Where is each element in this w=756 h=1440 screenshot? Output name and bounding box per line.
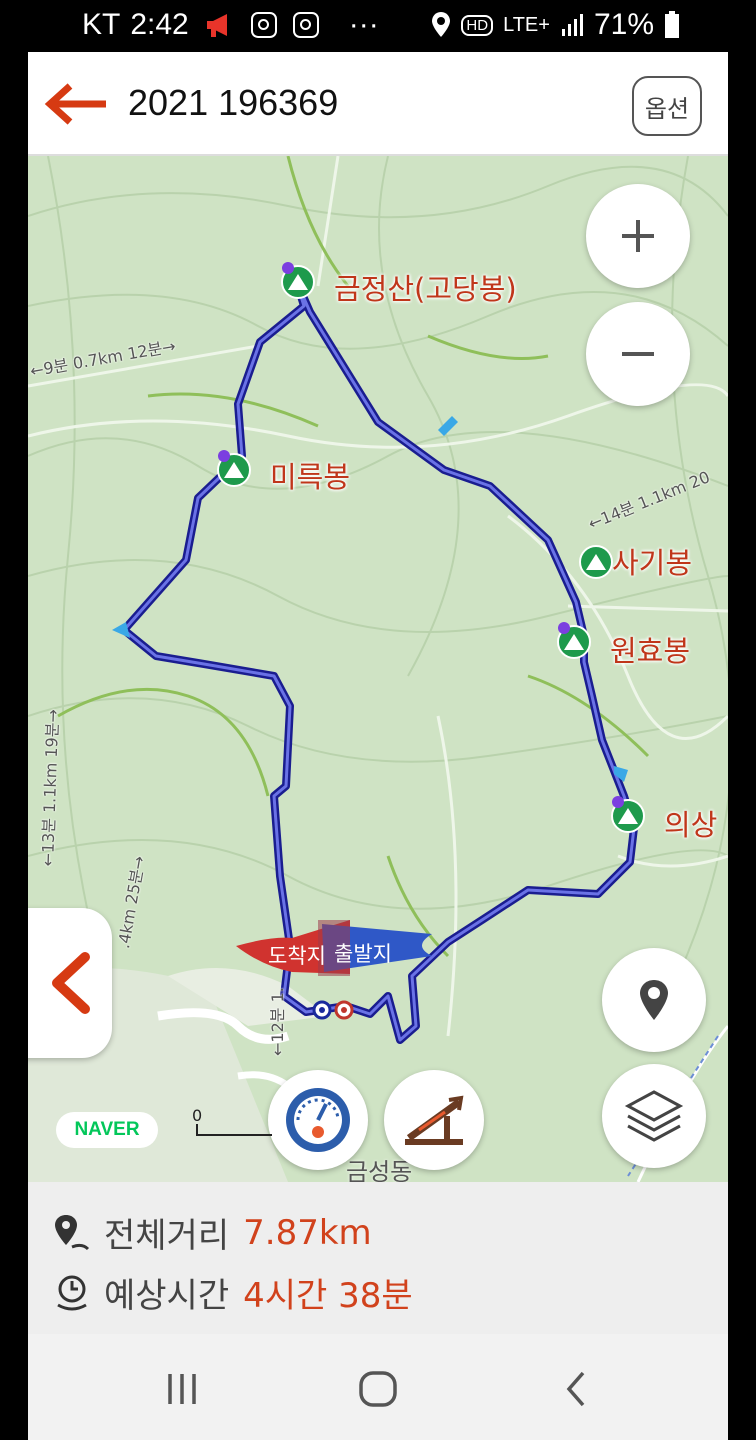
zoom-in-button[interactable] bbox=[586, 184, 690, 288]
home-button[interactable] bbox=[348, 1364, 408, 1414]
options-button[interactable]: 옵션 bbox=[632, 76, 702, 136]
map-scale: 0 bbox=[192, 1106, 272, 1142]
zoom-out-button[interactable] bbox=[586, 302, 690, 406]
distance-row: 전체거리 7.87km bbox=[52, 1208, 372, 1257]
my-location-button[interactable] bbox=[602, 948, 706, 1052]
departure-label: 출발지 bbox=[334, 942, 392, 966]
home-icon bbox=[359, 1371, 397, 1407]
more-notifications-icon: ··· bbox=[348, 8, 379, 41]
route-distance-icon bbox=[55, 1214, 90, 1250]
time-row: 예상시간 4시간 38분 bbox=[52, 1268, 413, 1317]
peak-marker-icon[interactable] bbox=[556, 622, 592, 660]
peak-label: 원효봉 bbox=[610, 634, 691, 668]
network-type: LTE+ bbox=[503, 13, 550, 36]
clock-icon bbox=[57, 1275, 87, 1310]
peak-marker-icon[interactable] bbox=[216, 450, 252, 488]
time-label: 예상시간 bbox=[104, 1276, 230, 1316]
route-summary-panel: 전체거리 7.87km 예상시간 4시간 38분 bbox=[28, 1182, 728, 1334]
distance-value: 7.87km bbox=[243, 1212, 372, 1253]
system-nav-bar bbox=[28, 1334, 728, 1440]
plus-icon bbox=[622, 220, 654, 252]
hd-icon: HD bbox=[461, 14, 494, 36]
status-bar: KT 2:42 ··· HD LTE+ 71% bbox=[0, 0, 756, 52]
layers-icon bbox=[624, 1090, 684, 1142]
megaphone-icon bbox=[206, 14, 227, 37]
location-pin-icon bbox=[640, 980, 668, 1020]
battery-percent: 71% bbox=[593, 8, 654, 41]
slope-icon bbox=[405, 1095, 464, 1145]
carrier: KT bbox=[82, 8, 121, 41]
back-icon bbox=[566, 1371, 585, 1407]
back-button[interactable] bbox=[546, 1364, 606, 1414]
trail-segment-label: ←12분 1. bbox=[268, 987, 287, 1056]
map-layers-button[interactable] bbox=[602, 1064, 706, 1168]
peak-marker-icon[interactable] bbox=[610, 796, 646, 834]
location-icon bbox=[432, 12, 451, 37]
peak-marker-icon[interactable] bbox=[578, 542, 614, 580]
peak-label: 의상 bbox=[664, 808, 718, 842]
app-screen: 2021 196369 옵션 금정산(고당봉) 미륵봉 사기봉 원효봉 의상 ←… bbox=[28, 52, 728, 1440]
clock: 2:42 bbox=[130, 8, 189, 41]
signal-icon bbox=[561, 14, 583, 36]
time-value: 4시간 38분 bbox=[243, 1276, 413, 1316]
peak-label: 미륵봉 bbox=[270, 460, 351, 494]
chevron-left-icon bbox=[52, 952, 90, 1014]
naver-logo: NAVER bbox=[56, 1112, 158, 1148]
peak-label: 금정산(고당봉) bbox=[334, 272, 517, 306]
speedometer-icon bbox=[286, 1088, 350, 1152]
speedometer-button[interactable] bbox=[268, 1070, 368, 1170]
map-view[interactable]: 금정산(고당봉) 미륵봉 사기봉 원효봉 의상 ←9분 0.7km 12분→ ←… bbox=[28, 156, 728, 1182]
recent-apps-button[interactable] bbox=[152, 1364, 212, 1414]
page-title: 2021 196369 bbox=[128, 82, 339, 123]
peak-marker-icon[interactable] bbox=[280, 262, 316, 300]
distance-label: 전체거리 bbox=[104, 1216, 230, 1256]
battery-icon bbox=[665, 11, 679, 38]
back-arrow-icon[interactable] bbox=[44, 82, 108, 126]
elevation-profile-button[interactable] bbox=[384, 1070, 484, 1170]
side-panel-toggle[interactable] bbox=[28, 908, 112, 1058]
scale-label: 0 bbox=[192, 1106, 203, 1125]
arrival-label: 도착지 bbox=[268, 944, 326, 968]
recent-apps-icon bbox=[168, 1374, 196, 1404]
start-point-icon bbox=[312, 1000, 354, 1020]
header-bar: 2021 196369 옵션 bbox=[28, 52, 728, 156]
peak-label: 사기봉 bbox=[612, 546, 693, 580]
instagram-icon bbox=[292, 12, 319, 38]
instagram-icon bbox=[250, 12, 277, 38]
minus-icon bbox=[622, 352, 654, 356]
